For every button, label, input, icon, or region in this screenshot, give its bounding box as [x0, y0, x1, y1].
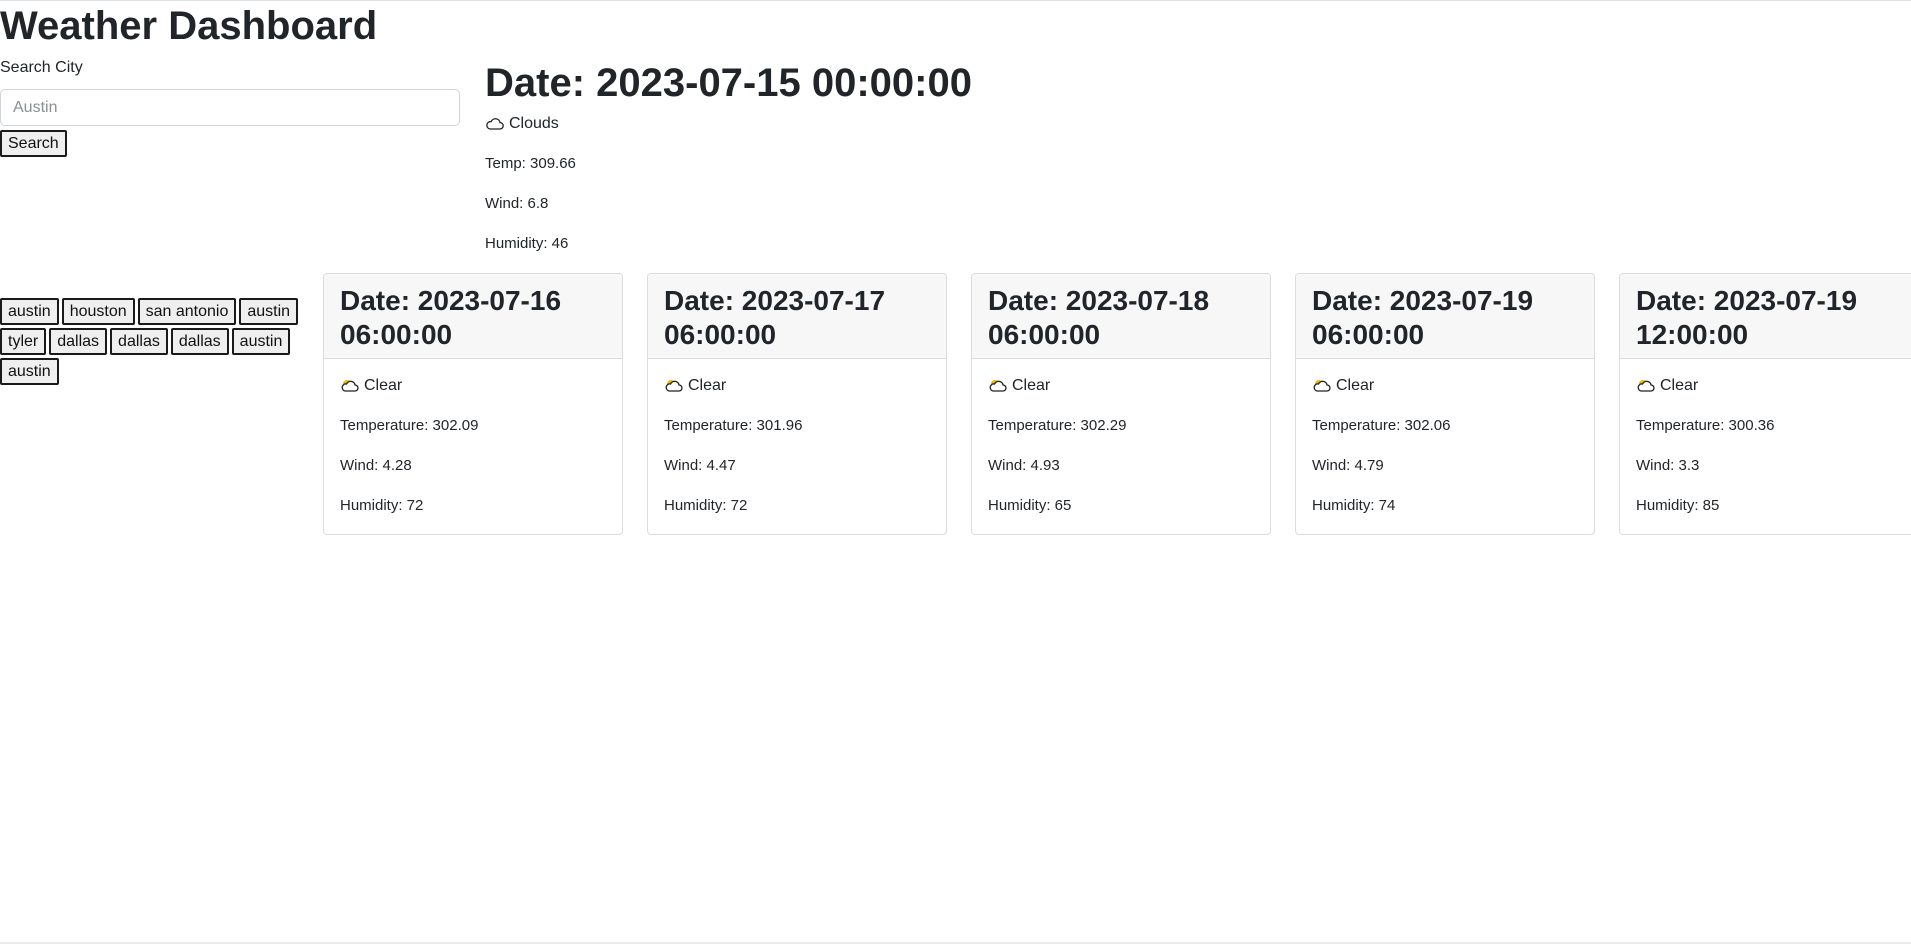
forecast-temperature: Temperature: 300.36 — [1636, 417, 1775, 434]
current-condition-text: Clouds — [509, 115, 559, 132]
forecast-date: Date: 2023-07-19 12:00:00 — [1636, 285, 1858, 350]
forecast-humidity: Humidity: 74 — [1312, 497, 1396, 514]
forecast-condition: Clear — [1636, 376, 1902, 396]
history-button-austin[interactable]: austin — [239, 298, 299, 325]
sun-behind-cloud-icon — [340, 378, 362, 394]
forecast-temperature: Temperature: 302.29 — [988, 417, 1127, 434]
forecast-humidity: Humidity: 65 — [988, 497, 1072, 514]
sun-behind-cloud-icon — [664, 378, 686, 394]
forecast-list: Date: 2023-07-16 06:00:00 Clear Temperat… — [323, 273, 1911, 535]
top-divider — [0, 0, 1911, 1]
history-button-san-antonio[interactable]: san antonio — [137, 298, 237, 325]
history-button-austin[interactable]: austin — [231, 328, 291, 355]
forecast-date: Date: 2023-07-16 06:00:00 — [340, 285, 562, 350]
current-date: Date: 2023-07-15 00:00:00 — [485, 61, 972, 105]
history-button-tyler[interactable]: tyler — [0, 328, 47, 355]
forecast-wind: Wind: 3.3 — [1636, 457, 1700, 474]
history-button-houston[interactable]: houston — [61, 298, 135, 325]
forecast-condition: Clear — [988, 376, 1254, 396]
forecast-card: Date: 2023-07-17 06:00:00 Clear Temperat… — [647, 273, 947, 535]
sun-behind-cloud-icon — [988, 378, 1010, 394]
forecast-card-header: Date: 2023-07-19 06:00:00 — [1296, 274, 1594, 359]
sun-behind-cloud-icon — [1636, 378, 1658, 394]
history-button-austin[interactable]: austin — [0, 358, 59, 385]
search-label: Search City — [0, 59, 83, 76]
search-button[interactable]: Search — [0, 130, 67, 157]
search-input[interactable] — [0, 89, 460, 126]
forecast-card-body: Clear Temperature: 302.29 Wind: 4.93 Hum… — [972, 359, 1270, 516]
page-title: Weather Dashboard — [0, 4, 378, 48]
forecast-temperature: Temperature: 301.96 — [664, 417, 803, 434]
forecast-card-header: Date: 2023-07-16 06:00:00 — [324, 274, 622, 359]
search-history: austin houston san antonio austin tyler … — [0, 298, 300, 385]
forecast-card: Date: 2023-07-16 06:00:00 Clear Temperat… — [323, 273, 623, 535]
forecast-card: Date: 2023-07-19 12:00:00 Clear Temperat… — [1619, 273, 1911, 535]
forecast-condition-text: Clear — [1660, 377, 1699, 394]
history-button-dallas[interactable]: dallas — [49, 328, 108, 355]
forecast-condition: Clear — [664, 376, 930, 396]
forecast-card: Date: 2023-07-19 06:00:00 Clear Temperat… — [1295, 273, 1595, 535]
forecast-card-header: Date: 2023-07-18 06:00:00 — [972, 274, 1270, 359]
forecast-card-header: Date: 2023-07-17 06:00:00 — [648, 274, 946, 359]
forecast-humidity: Humidity: 85 — [1636, 497, 1720, 514]
current-humidity: Humidity: 46 — [485, 235, 569, 252]
forecast-wind: Wind: 4.79 — [1312, 457, 1384, 474]
forecast-humidity: Humidity: 72 — [664, 497, 748, 514]
forecast-card-body: Clear Temperature: 301.96 Wind: 4.47 Hum… — [648, 359, 946, 516]
forecast-card-body: Clear Temperature: 302.06 Wind: 4.79 Hum… — [1296, 359, 1594, 516]
forecast-wind: Wind: 4.28 — [340, 457, 412, 474]
forecast-condition: Clear — [1312, 376, 1578, 396]
forecast-condition: Clear — [340, 376, 606, 396]
forecast-card-header: Date: 2023-07-19 12:00:00 — [1620, 274, 1911, 359]
history-button-dallas[interactable]: dallas — [170, 328, 229, 355]
forecast-temperature: Temperature: 302.06 — [1312, 417, 1451, 434]
current-condition: Clouds — [485, 114, 972, 134]
forecast-card-body: Clear Temperature: 300.36 Wind: 3.3 Humi… — [1620, 359, 1911, 516]
history-button-austin[interactable]: austin — [0, 298, 59, 325]
cloud-icon — [485, 116, 507, 132]
forecast-date: Date: 2023-07-19 06:00:00 — [1312, 285, 1534, 350]
forecast-condition-text: Clear — [1336, 377, 1375, 394]
current-weather: Date: 2023-07-15 00:00:00 Clouds Temp: 3… — [485, 58, 972, 254]
sun-behind-cloud-icon — [1312, 378, 1334, 394]
forecast-temperature: Temperature: 302.09 — [340, 417, 479, 434]
forecast-date: Date: 2023-07-17 06:00:00 — [664, 285, 886, 350]
forecast-date: Date: 2023-07-18 06:00:00 — [988, 285, 1210, 350]
forecast-condition-text: Clear — [1012, 377, 1051, 394]
forecast-condition-text: Clear — [364, 377, 403, 394]
forecast-humidity: Humidity: 72 — [340, 497, 424, 514]
current-temp: Temp: 309.66 — [485, 155, 576, 172]
forecast-wind: Wind: 4.93 — [988, 457, 1060, 474]
forecast-condition-text: Clear — [688, 377, 727, 394]
forecast-wind: Wind: 4.47 — [664, 457, 736, 474]
forecast-card: Date: 2023-07-18 06:00:00 Clear Temperat… — [971, 273, 1271, 535]
history-button-dallas[interactable]: dallas — [110, 328, 168, 355]
forecast-card-body: Clear Temperature: 302.09 Wind: 4.28 Hum… — [324, 359, 622, 516]
current-wind: Wind: 6.8 — [485, 195, 549, 212]
